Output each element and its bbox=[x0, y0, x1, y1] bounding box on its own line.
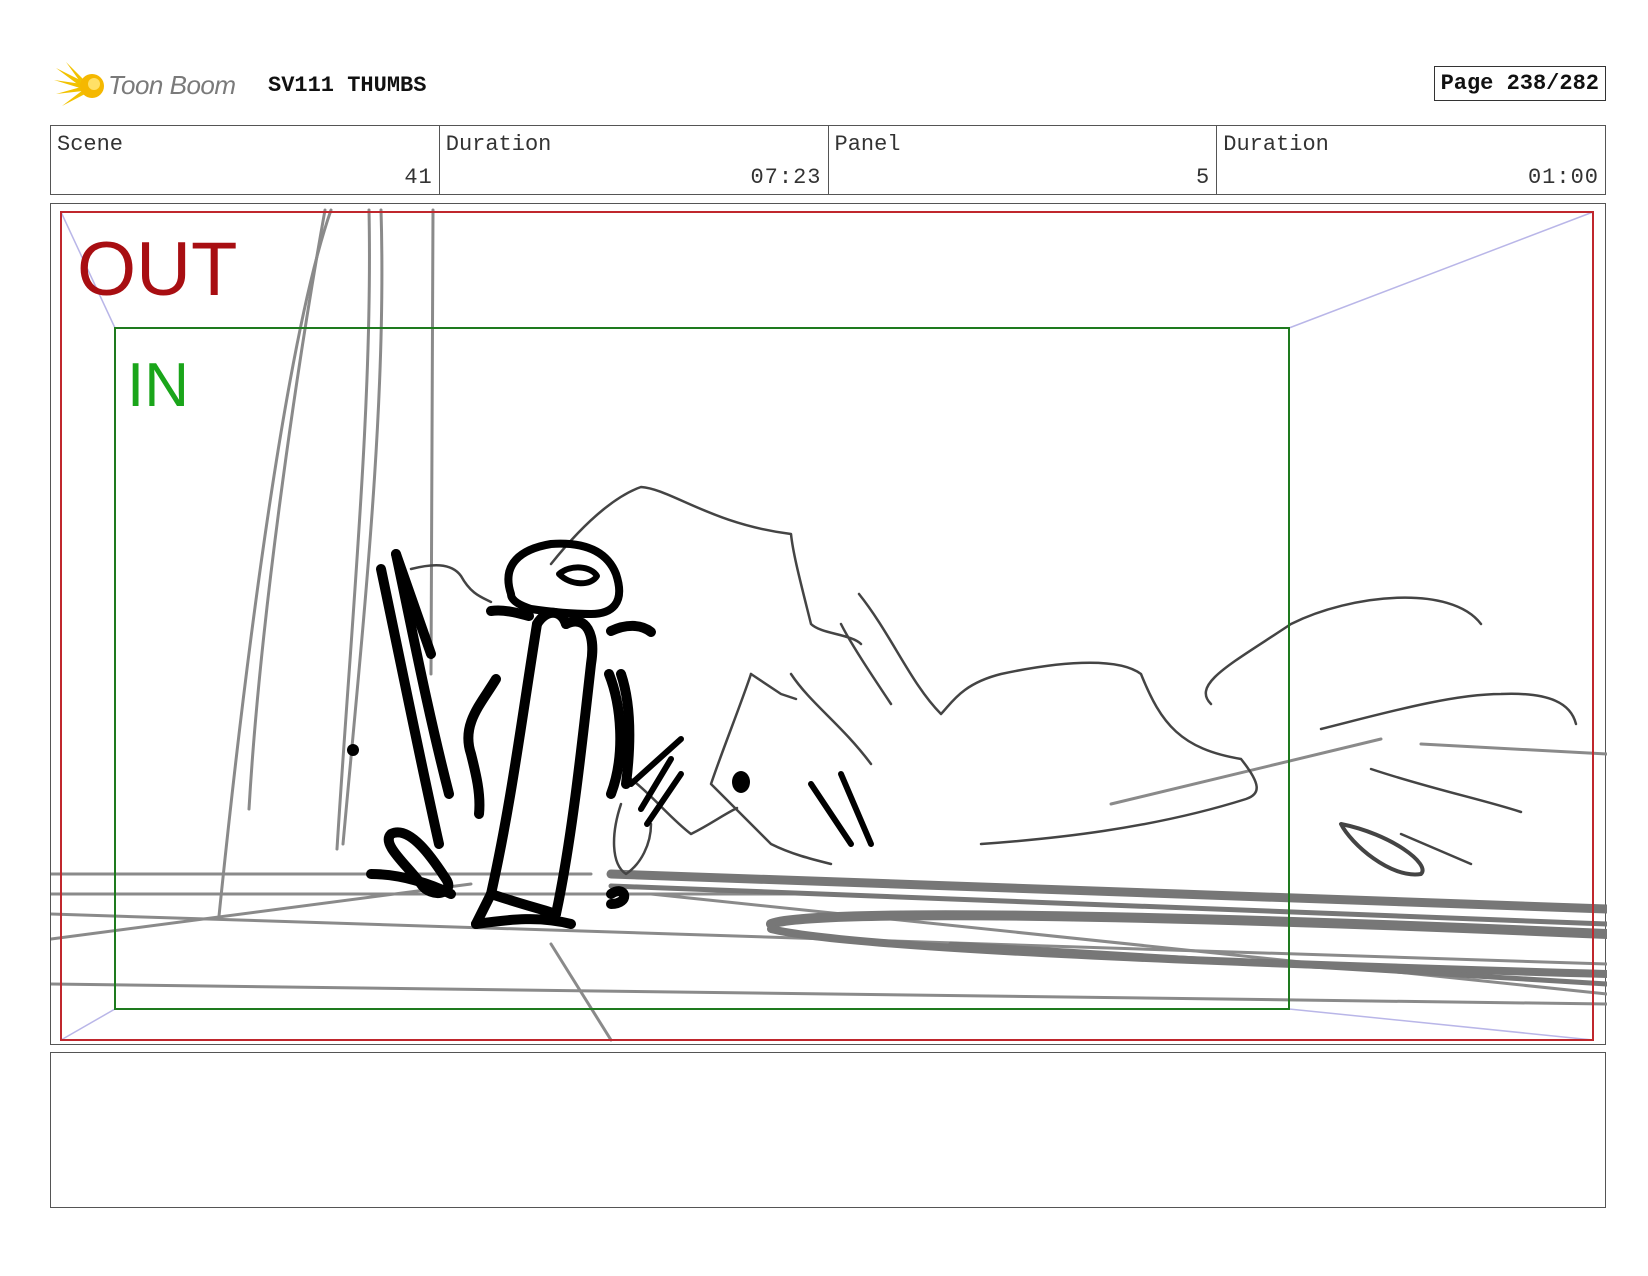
character-dot bbox=[347, 744, 359, 756]
panel-duration-cell: Duration 01:00 bbox=[1217, 126, 1605, 194]
scene-duration-cell: Duration 07:23 bbox=[440, 126, 829, 194]
panel-value: 5 bbox=[1196, 165, 1211, 190]
panel-notes-box[interactable] bbox=[50, 1052, 1606, 1208]
panel-cell: Panel 5 bbox=[829, 126, 1218, 194]
page-number: Page 238/282 bbox=[1433, 66, 1606, 101]
scene-value: 41 bbox=[404, 165, 433, 190]
scene-label: Scene bbox=[57, 132, 124, 157]
project-title: SV111 THUMBS bbox=[268, 73, 427, 98]
scene-info-table: Scene 41 Duration 07:23 Panel 5 Duration… bbox=[50, 125, 1606, 195]
panel-duration-label: Duration bbox=[1223, 132, 1329, 157]
brand-name: Toon Boom bbox=[108, 70, 236, 100]
in-frame-label: IN bbox=[127, 351, 189, 420]
scene-cell: Scene 41 bbox=[51, 126, 440, 194]
panel-duration-value: 01:00 bbox=[1527, 165, 1599, 190]
character-sketch bbox=[366, 539, 656, 929]
page-header: Toon Boom SV111 THUMBS Page 238/282 bbox=[50, 56, 1606, 112]
motion-lines bbox=[628, 736, 874, 847]
scene-duration-label: Duration bbox=[445, 132, 552, 157]
toon-boom-logo-icon bbox=[54, 62, 104, 106]
out-frame-label: OUT bbox=[77, 227, 238, 312]
scene-duration-value: 07:23 bbox=[750, 165, 822, 190]
panel-label: Panel bbox=[834, 132, 901, 157]
ground-strokes bbox=[606, 869, 1607, 987]
character-dot bbox=[732, 771, 750, 793]
panel-sketch bbox=[51, 208, 1607, 1042]
storyboard-panel: OUT IN bbox=[50, 203, 1607, 1045]
